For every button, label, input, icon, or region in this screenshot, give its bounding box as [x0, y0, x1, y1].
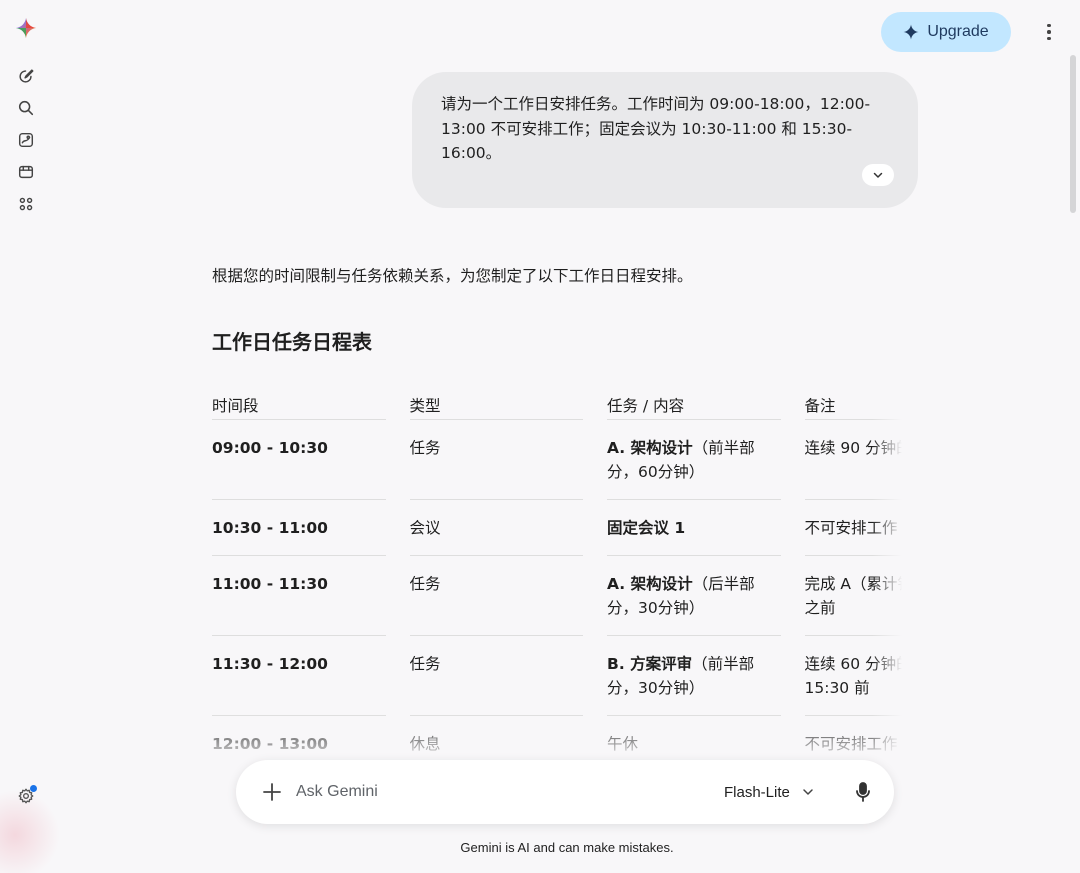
gallery-icon[interactable] — [15, 129, 37, 151]
add-attachment-plus-icon[interactable] — [260, 780, 284, 804]
table-row: 10:30 - 11:00 会议 固定会议 1 不可安排工作 — [212, 500, 902, 556]
cell-time: 10:30 - 11:00 — [212, 500, 386, 556]
cell-note: 连续 60 分钟的钟，在 15:30 前 — [804, 636, 902, 716]
cell-note: 不可安排工作 — [804, 500, 902, 556]
scrollbar[interactable] — [1070, 55, 1076, 213]
table-header-row: 时间段 类型 任务 / 内容 备注 — [212, 364, 902, 420]
settings-gear-icon[interactable] — [15, 785, 37, 807]
model-selector[interactable]: Flash-Lite — [724, 780, 814, 804]
table-row: 11:30 - 12:00 任务 B. 方案评审（前半部分，30分钟） 连续 6… — [212, 636, 902, 716]
left-rail — [0, 0, 60, 873]
microphone-icon[interactable] — [852, 780, 874, 804]
table-row: 12:00 - 13:00 休息 午休 不可安排工作 — [212, 716, 902, 758]
apps-icon[interactable] — [15, 193, 37, 215]
cell-time: 11:00 - 11:30 — [212, 556, 386, 636]
cell-task: A. 架构设计（前半部分，60分钟） — [607, 420, 781, 500]
user-prompt-text: 请为一个工作日安排任务。工作时间为 09:00-18:00，12:00-13:0… — [441, 95, 871, 162]
user-prompt-bubble: 请为一个工作日安排任务。工作时间为 09:00-18:00，12:00-13:0… — [412, 72, 918, 208]
cell-type: 任务 — [409, 556, 583, 636]
model-label: Flash-Lite — [724, 783, 790, 801]
expand-prompt-button[interactable] — [862, 164, 894, 186]
gemini-app: Upgrade 请为一个工作日安排任务。工作时间为 09:00-18:00，12… — [0, 0, 1080, 873]
cell-task: A. 架构设计（后半部分，30分钟） — [607, 556, 781, 636]
notebook-icon[interactable] — [15, 161, 37, 183]
cell-time: 09:00 - 10:30 — [212, 420, 386, 500]
prompt-composer: Flash-Lite — [236, 760, 894, 824]
cell-note: 连续 90 分钟的A分钟 — [804, 420, 902, 500]
chevron-down-icon — [803, 789, 813, 795]
ai-disclaimer: Gemini is AI and can make mistakes. — [460, 840, 674, 855]
cell-task: B. 方案评审（前半部分，30分钟） — [607, 636, 781, 716]
upgrade-label: Upgrade — [927, 23, 989, 40]
header-type: 类型 — [409, 379, 583, 420]
table-row: 09:00 - 10:30 任务 A. 架构设计（前半部分，60分钟） 连续 9… — [212, 420, 902, 500]
notification-dot — [30, 785, 37, 792]
cell-type: 任务 — [409, 636, 583, 716]
cell-task: 午休 — [607, 716, 781, 758]
search-icon[interactable] — [15, 97, 37, 119]
cell-time: 12:00 - 13:00 — [212, 716, 386, 758]
header-time: 时间段 — [212, 379, 386, 420]
gemini-logo-icon[interactable] — [14, 16, 38, 40]
schedule-table: 时间段 类型 任务 / 内容 备注 09:00 - 10:30 任务 A. 架构… — [212, 364, 902, 758]
header-task: 任务 / 内容 — [607, 379, 781, 420]
sparkle-icon — [903, 24, 919, 40]
cell-type: 任务 — [409, 420, 583, 500]
more-options-icon[interactable] — [1038, 20, 1060, 44]
cell-task: 固定会议 1 — [607, 500, 781, 556]
header-note: 备注 — [804, 379, 902, 420]
schedule-title: 工作日任务日程表 — [212, 330, 372, 354]
upgrade-button[interactable]: Upgrade — [881, 12, 1011, 52]
ask-gemini-input[interactable] — [296, 778, 696, 806]
cell-note: 不可安排工作 — [805, 716, 903, 758]
cell-time: 11:30 - 12:00 — [212, 636, 386, 716]
cell-type: 会议 — [409, 500, 583, 556]
cell-type: 休息 — [410, 716, 584, 758]
table-row: 11:00 - 11:30 任务 A. 架构设计（后半部分，30分钟） 完成 A… — [212, 556, 902, 636]
new-chat-icon[interactable] — [15, 65, 37, 87]
response-intro: 根据您的时间限制与任务依赖关系，为您制定了以下工作日日程安排。 — [212, 267, 693, 285]
chevron-down-icon — [873, 172, 883, 178]
cell-note: 完成 A（累计钟），在 B 之前 — [804, 556, 902, 636]
